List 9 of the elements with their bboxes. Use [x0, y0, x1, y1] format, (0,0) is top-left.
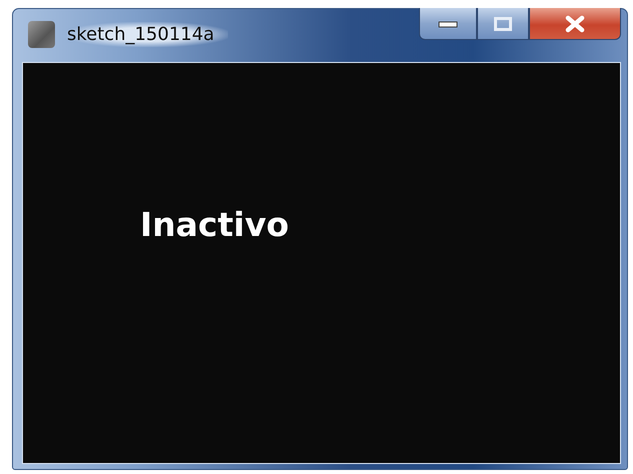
close-button[interactable]: [529, 8, 621, 40]
maximize-icon: [494, 16, 512, 30]
maximize-button[interactable]: [477, 8, 529, 40]
app-icon: [28, 21, 55, 48]
close-icon: [564, 14, 586, 32]
minimize-icon: [438, 20, 458, 28]
status-text: Inactivo: [140, 205, 289, 244]
minimize-button[interactable]: [419, 8, 477, 40]
window-title: sketch_150114a: [67, 22, 228, 47]
